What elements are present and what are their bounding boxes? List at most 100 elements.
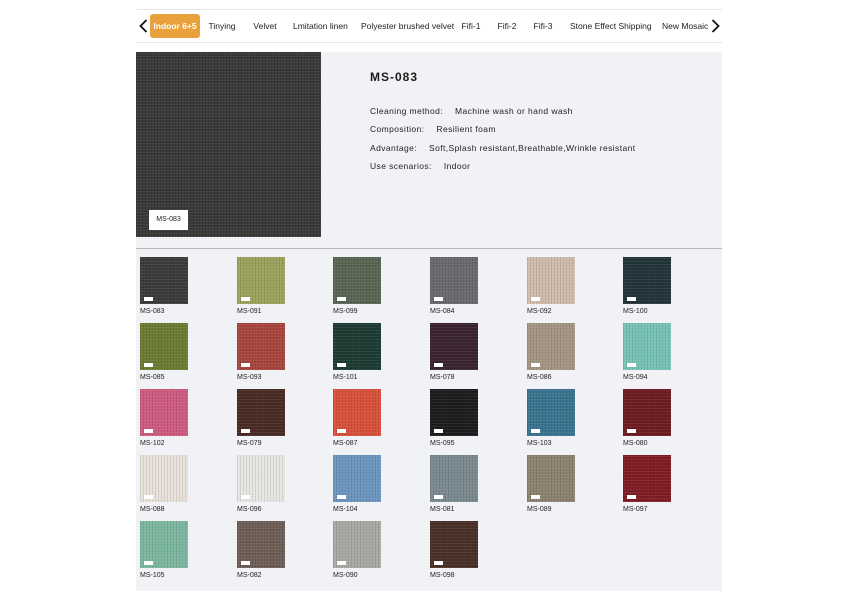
spec-label: Use scenarios: bbox=[370, 161, 432, 171]
swatch-image bbox=[140, 257, 188, 304]
fabric-swatch[interactable]: MS-100 bbox=[623, 257, 671, 316]
tab-polyester-brushed-velvet[interactable]: Polyester brushed velvet bbox=[361, 14, 454, 38]
swatch-label: MS-093 bbox=[237, 374, 262, 381]
swatch-label: MS-082 bbox=[237, 572, 262, 579]
swatch-mini-tag bbox=[627, 297, 636, 301]
swatch-image bbox=[527, 257, 575, 304]
swatch-mini-tag bbox=[531, 429, 540, 433]
fabric-swatch[interactable]: MS-089 bbox=[527, 455, 575, 514]
fabric-swatch[interactable]: MS-079 bbox=[237, 389, 285, 448]
swatch-mini-tag bbox=[241, 429, 250, 433]
product-panel: MS-083 MS-083 Cleaning method: Machine wa… bbox=[136, 52, 722, 591]
spec-cleaning-method: Cleaning method: Machine wash or hand was… bbox=[370, 106, 573, 116]
fabric-swatch[interactable]: MS-105 bbox=[140, 521, 188, 580]
fabric-swatch[interactable]: MS-092 bbox=[527, 257, 575, 316]
swatch-label: MS-078 bbox=[430, 374, 455, 381]
fabric-swatch[interactable]: MS-078 bbox=[430, 323, 478, 382]
featured-fabric-image: MS-083 bbox=[136, 52, 321, 237]
swatch-image bbox=[623, 257, 671, 304]
fabric-swatch[interactable]: MS-098 bbox=[430, 521, 478, 580]
tab-tinying[interactable]: Tinying bbox=[207, 14, 237, 38]
swatch-mini-tag bbox=[434, 495, 443, 499]
swatch-label: MS-081 bbox=[430, 506, 455, 513]
spec-label: Composition: bbox=[370, 124, 425, 134]
swatch-mini-tag bbox=[144, 363, 153, 367]
swatch-mini-tag bbox=[241, 363, 250, 367]
chevron-right-icon[interactable] bbox=[708, 10, 722, 42]
swatch-image bbox=[527, 455, 575, 502]
swatch-image bbox=[237, 521, 285, 568]
swatch-image bbox=[237, 455, 285, 502]
spec-composition: Composition: Resilient foam bbox=[370, 124, 496, 134]
fabric-swatch[interactable]: MS-080 bbox=[623, 389, 671, 448]
swatch-mini-tag bbox=[144, 429, 153, 433]
tab-velvet[interactable]: Velvet bbox=[251, 14, 279, 38]
swatch-image bbox=[333, 323, 381, 370]
fabric-swatch[interactable]: MS-083 bbox=[140, 257, 188, 316]
tab-lmitation-linen[interactable]: Lmitation linen bbox=[293, 14, 348, 38]
fabric-swatch[interactable]: MS-091 bbox=[237, 257, 285, 316]
swatch-label: MS-097 bbox=[623, 506, 648, 513]
swatch-label: MS-090 bbox=[333, 572, 358, 579]
tab-stone-effect-shipping[interactable]: Stone Effect Shipping bbox=[570, 14, 652, 38]
fabric-swatch[interactable]: MS-088 bbox=[140, 455, 188, 514]
fabric-swatch[interactable]: MS-101 bbox=[333, 323, 381, 382]
swatch-mini-tag bbox=[337, 363, 346, 367]
swatch-label: MS-101 bbox=[333, 374, 358, 381]
swatch-label: MS-102 bbox=[140, 440, 165, 447]
fabric-swatch[interactable]: MS-085 bbox=[140, 323, 188, 382]
swatch-image bbox=[333, 257, 381, 304]
swatch-label: MS-079 bbox=[237, 440, 262, 447]
swatch-mini-tag bbox=[241, 561, 250, 565]
fabric-swatch[interactable]: MS-086 bbox=[527, 323, 575, 382]
swatch-mini-tag bbox=[434, 561, 443, 565]
swatch-image bbox=[140, 389, 188, 436]
fabric-swatch[interactable]: MS-096 bbox=[237, 455, 285, 514]
tab-fifi-2[interactable]: Fifi-2 bbox=[496, 14, 518, 38]
swatch-image bbox=[623, 455, 671, 502]
swatch-mini-tag bbox=[434, 297, 443, 301]
chevron-left-icon[interactable] bbox=[136, 10, 150, 42]
fabric-swatch[interactable]: MS-094 bbox=[623, 323, 671, 382]
swatch-label: MS-080 bbox=[623, 440, 648, 447]
swatch-label: MS-095 bbox=[430, 440, 455, 447]
spec-value: Soft,Splash resistant,Breathable,Wrinkle… bbox=[429, 143, 636, 153]
swatch-mini-tag bbox=[144, 297, 153, 301]
swatch-image bbox=[237, 257, 285, 304]
swatch-label: MS-083 bbox=[140, 308, 165, 315]
swatch-image bbox=[237, 323, 285, 370]
tab-fifi-1[interactable]: Fifi-1 bbox=[460, 14, 482, 38]
fabric-swatch[interactable]: MS-103 bbox=[527, 389, 575, 448]
fabric-swatch[interactable]: MS-099 bbox=[333, 257, 381, 316]
swatch-image bbox=[140, 323, 188, 370]
swatch-label: MS-088 bbox=[140, 506, 165, 513]
swatch-mini-tag bbox=[144, 495, 153, 499]
swatch-label: MS-104 bbox=[333, 506, 358, 513]
tab-indoor-6-5[interactable]: Indoor 6+5 bbox=[150, 14, 200, 38]
swatch-image bbox=[237, 389, 285, 436]
fabric-swatch[interactable]: MS-084 bbox=[430, 257, 478, 316]
fabric-swatch[interactable]: MS-097 bbox=[623, 455, 671, 514]
section-divider bbox=[136, 248, 722, 249]
category-tabs-bar: Indoor 6+5 Tinying Velvet Lmitation line… bbox=[136, 9, 722, 43]
swatch-mini-tag bbox=[337, 561, 346, 565]
swatch-label: MS-096 bbox=[237, 506, 262, 513]
spec-label: Advantage: bbox=[370, 143, 418, 153]
spec-advantage: Advantage: Soft,Splash resistant,Breathab… bbox=[370, 143, 635, 153]
swatch-image bbox=[430, 323, 478, 370]
swatch-image bbox=[430, 257, 478, 304]
swatch-mini-tag bbox=[434, 429, 443, 433]
fabric-swatch[interactable]: MS-095 bbox=[430, 389, 478, 448]
fabric-swatch[interactable]: MS-082 bbox=[237, 521, 285, 580]
fabric-swatch[interactable]: MS-104 bbox=[333, 455, 381, 514]
fabric-swatch[interactable]: MS-087 bbox=[333, 389, 381, 448]
swatch-label: MS-085 bbox=[140, 374, 165, 381]
fabric-swatch[interactable]: MS-090 bbox=[333, 521, 381, 580]
tab-fifi-3[interactable]: Fifi-3 bbox=[532, 14, 554, 38]
swatch-mini-tag bbox=[531, 363, 540, 367]
fabric-swatch[interactable]: MS-081 bbox=[430, 455, 478, 514]
tab-new-mosaic[interactable]: New Mosaic bbox=[662, 14, 708, 38]
swatch-mini-tag bbox=[627, 363, 636, 367]
fabric-swatch[interactable]: MS-093 bbox=[237, 323, 285, 382]
fabric-swatch[interactable]: MS-102 bbox=[140, 389, 188, 448]
